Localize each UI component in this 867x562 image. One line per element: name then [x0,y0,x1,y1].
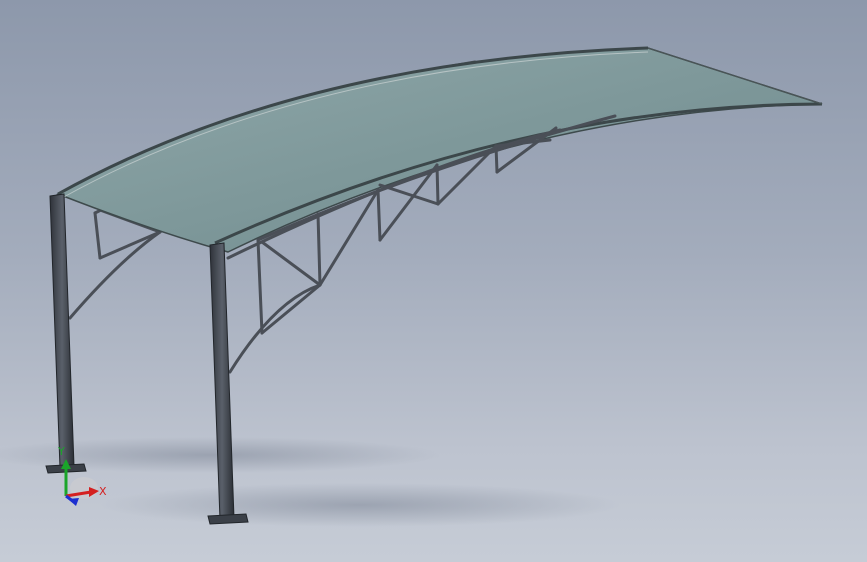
ground-shadow-front [100,483,620,527]
graphics-viewport[interactable]: Y X [0,0,867,562]
roof-membrane [56,47,823,253]
column-front [207,242,249,525]
triad-z-arrow-icon [68,498,79,506]
canopy-model[interactable]: Y X [0,0,867,562]
column-back [45,193,87,474]
triad-y-label: Y [57,445,65,458]
triad-x-label: X [99,485,107,498]
